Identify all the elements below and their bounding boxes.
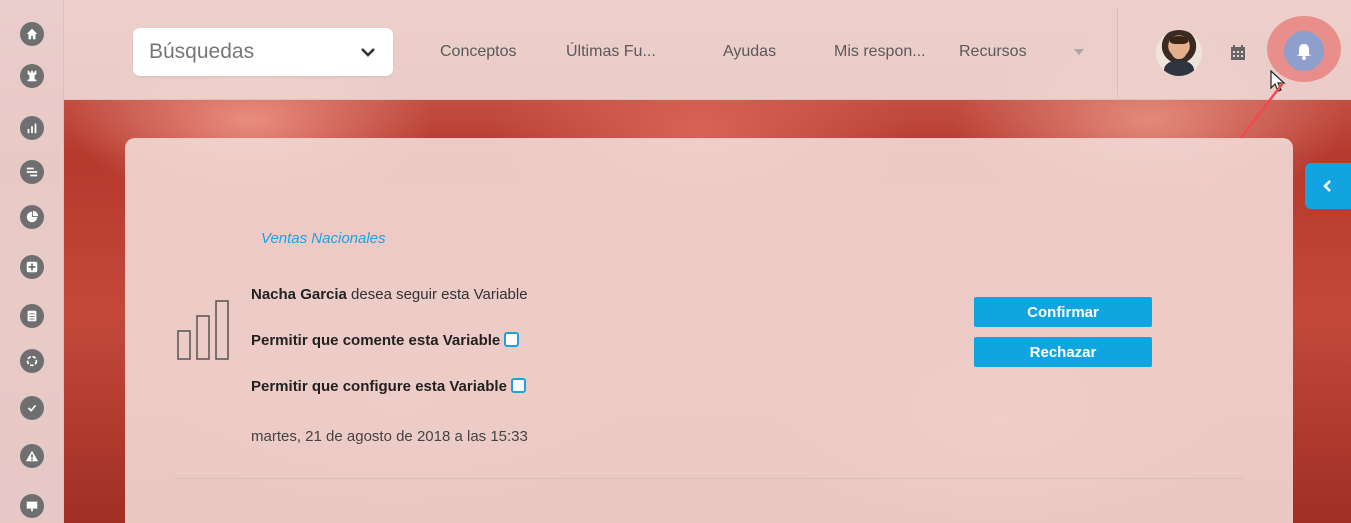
permission-configure-row: Permitir que configure esta Variable [251, 378, 526, 395]
permission-comment-label: Permitir que comente esta Variable [251, 332, 501, 349]
nav-item-mis-responsabilidades[interactable]: Mis respon... [834, 43, 926, 61]
chevron-left-icon [1323, 180, 1331, 192]
chevron-down-icon [359, 43, 377, 61]
document-icon[interactable] [20, 304, 44, 328]
side-panel-toggle[interactable] [1305, 163, 1351, 209]
header-divider [1117, 8, 1118, 98]
nav-item-recursos[interactable]: Recursos [959, 43, 1027, 61]
calendar-icon[interactable] [1230, 44, 1246, 61]
variable-name-link[interactable]: Ventas Nacionales [261, 230, 386, 247]
circle-dashed-icon[interactable] [20, 349, 44, 373]
presentation-icon[interactable] [20, 494, 44, 518]
more-menu-caret-icon[interactable] [1074, 49, 1084, 55]
notifications-bell-button[interactable] [1284, 31, 1324, 71]
reject-button[interactable]: Rechazar [974, 337, 1152, 367]
home-icon[interactable] [20, 22, 44, 46]
nav-item-conceptos[interactable]: Conceptos [440, 43, 517, 61]
requester-name: Nacha Garcia [251, 286, 347, 303]
permission-comment-checkbox[interactable] [504, 332, 520, 347]
check-circle-icon[interactable] [20, 396, 44, 420]
permission-comment-row: Permitir que comente esta Variable [251, 332, 520, 349]
permission-configure-label: Permitir que configure esta Variable [251, 378, 507, 395]
top-navigation-bar: Búsquedas Conceptos Últimas Fu... Ayudas… [64, 0, 1351, 100]
request-description: desea seguir esta Variable [346, 286, 528, 303]
nav-item-ultimas-funciones[interactable]: Últimas Fu... [566, 43, 656, 61]
notification-timestamp: martes, 21 de agosto de 2018 a las 15:33 [251, 428, 528, 445]
avatar[interactable] [1156, 30, 1202, 76]
plus-square-icon[interactable] [20, 255, 44, 279]
left-icon-rail [0, 0, 64, 523]
searches-label: Búsquedas [149, 40, 255, 63]
rook-icon[interactable] [20, 64, 44, 88]
permission-configure-checkbox[interactable] [510, 378, 526, 393]
mouse-cursor-icon [1270, 69, 1286, 99]
warning-icon[interactable] [20, 444, 44, 468]
bell-icon [1297, 44, 1311, 60]
card-divider [175, 478, 1243, 479]
searches-dropdown[interactable]: Búsquedas [133, 28, 393, 76]
list-icon[interactable] [20, 160, 44, 184]
confirm-button[interactable]: Confirmar [974, 297, 1152, 327]
nav-item-ayudas[interactable]: Ayudas [723, 43, 776, 61]
pie-chart-icon[interactable] [20, 205, 44, 229]
variable-bars-icon [177, 300, 237, 362]
follow-request-text: Nacha Garcia desea seguir esta Variable [251, 286, 528, 303]
notification-card: Ventas Nacionales Nacha Garcia desea seg… [125, 138, 1293, 523]
bar-chart-icon[interactable] [20, 116, 44, 140]
